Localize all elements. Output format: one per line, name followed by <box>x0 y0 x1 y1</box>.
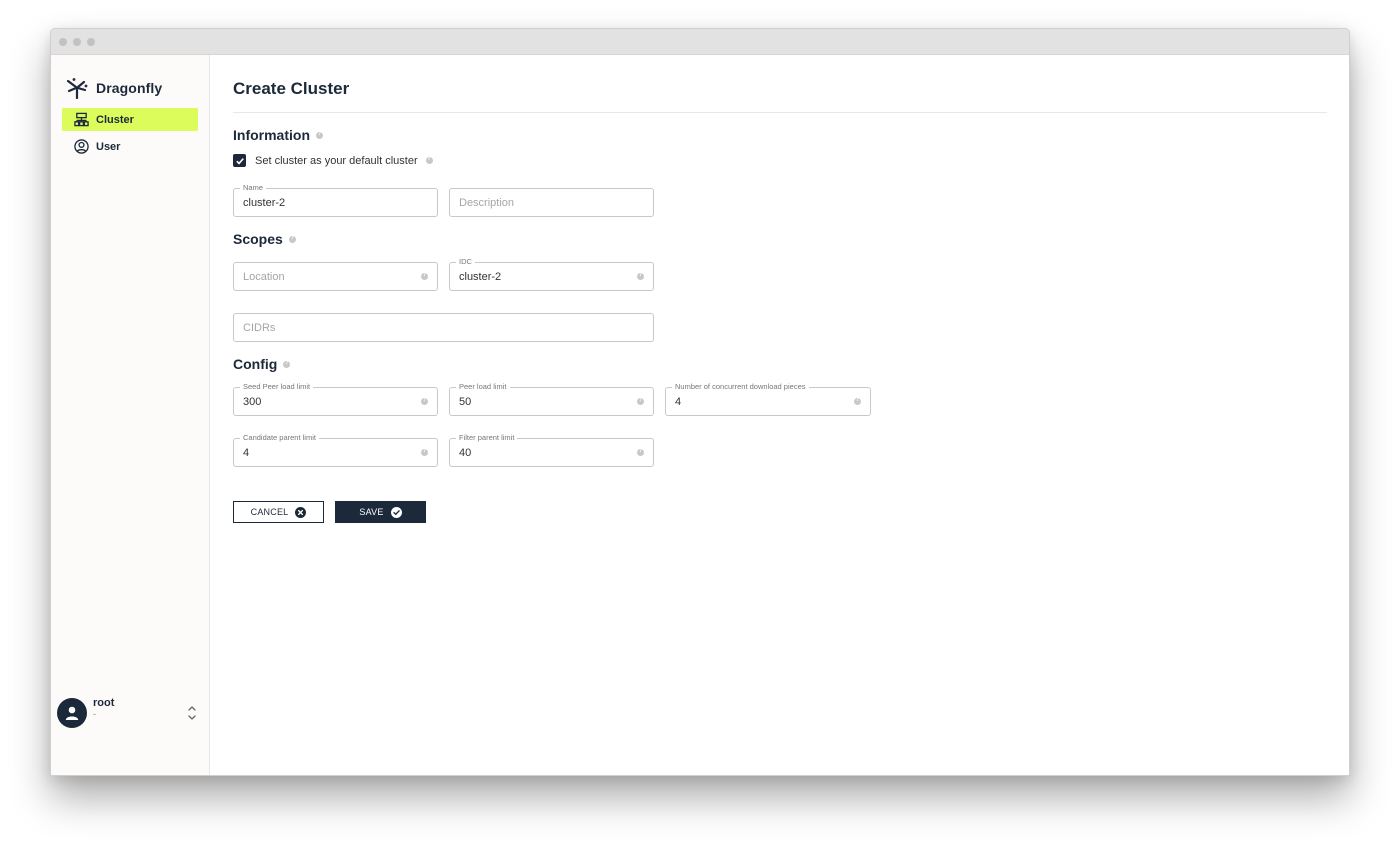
save-button[interactable]: SAVE <box>335 501 426 523</box>
user-circle-icon <box>74 139 89 154</box>
candidate-parent-limit-label: Candidate parent limit <box>240 433 319 443</box>
cancel-label: CANCEL <box>250 507 289 517</box>
concurrent-download-pieces-field[interactable]: Number of concurrent download pieces 4 <box>665 382 871 416</box>
idc-value: cluster-2 <box>459 270 502 283</box>
help-icon[interactable] <box>637 448 644 456</box>
help-icon[interactable] <box>288 235 296 243</box>
seed-peer-load-limit-field[interactable]: Seed Peer load limit 300 <box>233 382 438 416</box>
cancel-button[interactable]: CANCEL <box>233 501 324 523</box>
sidebar-item-cluster[interactable]: Cluster <box>62 108 198 131</box>
chevron-up-down-icon[interactable] <box>185 703 199 723</box>
window-minimize-button[interactable] <box>73 37 81 46</box>
filter-parent-limit-field[interactable]: Filter parent limit 40 <box>449 433 654 467</box>
location-field[interactable]: Location <box>233 262 438 291</box>
candidate-parent-limit-field[interactable]: Candidate parent limit 4 <box>233 433 438 467</box>
default-cluster-checkbox-row: Set cluster as your default cluster <box>233 154 433 167</box>
sidebar-item-label: User <box>96 140 121 153</box>
name-field[interactable]: Name cluster-2 <box>233 183 438 217</box>
section-information: Information <box>233 127 323 143</box>
window-titlebar <box>51 29 1349 55</box>
cidrs-placeholder: CIDRs <box>243 321 276 334</box>
idc-label: IDC <box>456 257 475 267</box>
cidrs-field[interactable]: CIDRs <box>233 313 654 342</box>
help-icon[interactable] <box>316 131 323 139</box>
sidebar: Dragonfly Cluster User root - <box>51 55 210 775</box>
idc-field[interactable]: IDC cluster-2 <box>449 257 654 291</box>
seed-peer-load-limit-label: Seed Peer load limit <box>240 382 314 392</box>
section-config: Config <box>233 356 291 372</box>
help-icon[interactable] <box>637 397 644 405</box>
description-placeholder: Description <box>459 196 515 209</box>
avatar <box>57 698 87 728</box>
concurrent-download-pieces-label: Number of concurrent download pieces <box>672 382 809 392</box>
candidate-parent-limit-value: 4 <box>243 446 250 459</box>
help-icon[interactable] <box>283 360 291 368</box>
description-field[interactable]: Description <box>449 188 654 217</box>
title-divider <box>233 112 1327 113</box>
location-placeholder: Location <box>243 270 285 283</box>
help-icon[interactable] <box>421 448 428 456</box>
name-value: cluster-2 <box>243 196 286 209</box>
window-close-button[interactable] <box>59 37 67 46</box>
name-label: Name <box>240 183 267 193</box>
help-icon[interactable] <box>421 397 428 405</box>
section-title: Config <box>233 356 278 372</box>
peer-load-limit-value: 50 <box>459 395 472 408</box>
help-icon[interactable] <box>421 272 428 280</box>
section-scopes: Scopes <box>233 231 296 247</box>
sidebar-item-user[interactable]: User <box>62 135 198 158</box>
sidebar-item-label: Cluster <box>96 113 134 126</box>
help-icon[interactable] <box>637 272 644 280</box>
user-subtitle: - <box>93 709 96 719</box>
main-content: Create Cluster Information Set cluster a… <box>210 55 1349 775</box>
save-label: SAVE <box>359 507 384 517</box>
app-window: Dragonfly Cluster User root - Create Clu… <box>50 28 1350 776</box>
help-icon[interactable] <box>425 156 433 164</box>
help-icon[interactable] <box>854 397 861 405</box>
peer-load-limit-field[interactable]: Peer load limit 50 <box>449 382 654 416</box>
dragonfly-logo-icon <box>66 78 88 99</box>
cluster-hierarchy-icon <box>74 112 89 127</box>
cancel-x-circle-icon <box>295 506 307 518</box>
section-title: Scopes <box>233 231 283 247</box>
person-icon <box>65 706 79 720</box>
checkmark-icon <box>235 157 244 165</box>
filter-parent-limit-value: 40 <box>459 446 472 459</box>
brand[interactable]: Dragonfly <box>51 77 209 99</box>
brand-name: Dragonfly <box>96 80 163 96</box>
filter-parent-limit-label: Filter parent limit <box>456 433 518 443</box>
peer-load-limit-label: Peer load limit <box>456 382 510 392</box>
save-check-circle-icon <box>390 506 402 518</box>
page-title: Create Cluster <box>233 79 350 98</box>
window-maximize-button[interactable] <box>87 37 95 46</box>
user-menu[interactable]: root - <box>57 696 199 730</box>
seed-peer-load-limit-value: 300 <box>243 395 262 408</box>
default-cluster-checkbox[interactable] <box>233 154 246 167</box>
default-cluster-label: Set cluster as your default cluster <box>255 154 418 167</box>
concurrent-download-pieces-value: 4 <box>675 395 682 408</box>
user-name: root <box>93 697 115 709</box>
section-title: Information <box>233 127 310 143</box>
